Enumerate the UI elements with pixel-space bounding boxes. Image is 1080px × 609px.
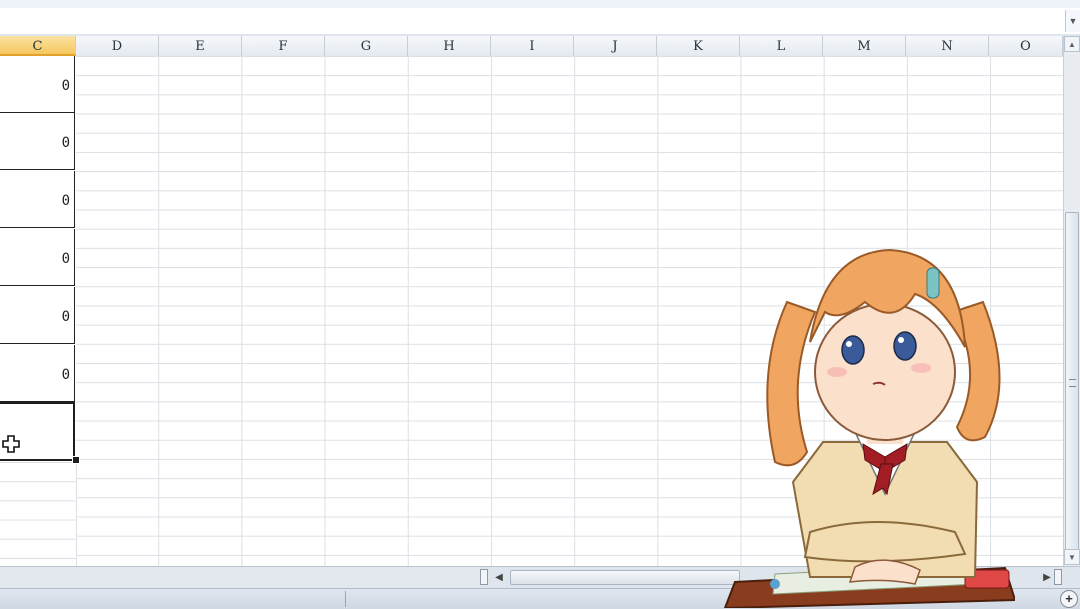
chevron-down-icon[interactable]: ▼ — [1065, 10, 1080, 32]
view-split-handle[interactable] — [1054, 569, 1062, 585]
cell-c-value[interactable]: 0 — [0, 345, 75, 402]
column-header-e[interactable]: E — [159, 36, 242, 56]
cell-c-value[interactable]: 0 — [0, 56, 75, 113]
cell-select-cross-icon — [2, 435, 20, 453]
vertical-scroll-thumb[interactable] — [1065, 212, 1079, 558]
zoom-in-icon[interactable]: + — [1060, 590, 1078, 608]
column-header-j[interactable]: J — [574, 36, 657, 56]
anime-mascot-character — [723, 248, 1015, 608]
vertical-scrollbar[interactable]: ▲ ▼ — [1063, 36, 1080, 566]
column-header-m[interactable]: M — [823, 36, 906, 56]
cell-c-value[interactable]: 0 — [0, 287, 75, 344]
column-header-l[interactable]: L — [740, 36, 823, 56]
column-header-h[interactable]: H — [408, 36, 491, 56]
column-header-o[interactable]: O — [989, 36, 1063, 56]
column-header-k[interactable]: K — [657, 36, 740, 56]
column-header-c[interactable]: C — [0, 36, 76, 56]
column-header-f[interactable]: F — [242, 36, 325, 56]
tab-split-handle[interactable] — [480, 569, 488, 585]
sheet-tabs-area[interactable] — [0, 567, 480, 589]
column-header-d[interactable]: D — [76, 36, 159, 56]
column-header-n[interactable]: N — [906, 36, 989, 56]
cell-c-value[interactable]: 0 — [0, 113, 75, 170]
arrow-right-icon[interactable]: ▶ — [1040, 570, 1054, 586]
column-headers: C D E F G H I J K L M N O — [0, 36, 1063, 57]
status-divider — [345, 591, 346, 607]
formula-bar[interactable]: ▼ — [0, 8, 1080, 35]
arrow-down-icon[interactable]: ▼ — [1064, 549, 1080, 565]
horizontal-scroll-thumb[interactable] — [510, 570, 740, 585]
column-header-i[interactable]: I — [491, 36, 574, 56]
fill-handle[interactable] — [72, 456, 80, 464]
cell-c-value[interactable]: 0 — [0, 229, 75, 286]
column-header-g[interactable]: G — [325, 36, 408, 56]
arrow-up-icon[interactable]: ▲ — [1064, 36, 1080, 52]
arrow-left-icon[interactable]: ◀ — [492, 570, 506, 586]
cell-c-value[interactable]: 0 — [0, 171, 75, 228]
scroll-grip-icon — [1069, 379, 1076, 387]
column-c-empty-cells[interactable] — [0, 462, 77, 566]
